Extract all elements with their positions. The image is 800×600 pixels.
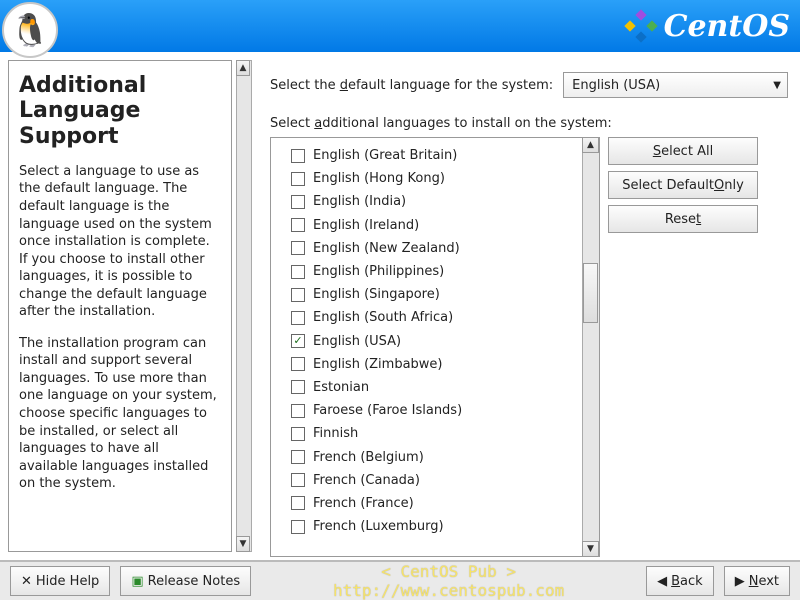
language-name: French (Belgium) <box>313 450 424 465</box>
default-language-row: Select the default language for the syst… <box>270 72 788 98</box>
language-name: English (USA) <box>313 334 401 349</box>
language-item[interactable]: English (India) <box>291 190 582 213</box>
language-name: English (New Zealand) <box>313 241 460 256</box>
hide-help-icon: ✕ <box>21 574 32 589</box>
language-list-scrollbar[interactable]: ▲ ▼ <box>582 138 599 556</box>
language-checkbox[interactable] <box>291 380 305 394</box>
language-checkbox[interactable] <box>291 241 305 255</box>
language-name: English (Zimbabwe) <box>313 357 443 372</box>
language-item[interactable]: French (Luxemburg) <box>291 515 582 538</box>
language-name: English (Ireland) <box>313 218 419 233</box>
reset-button[interactable]: Reset <box>608 205 758 233</box>
brand: CentOS <box>624 9 790 44</box>
brand-text: CentOS <box>664 9 790 44</box>
help-paragraph-1: Select a language to use as the default … <box>19 163 221 321</box>
next-button[interactable]: ▶ Next <box>724 566 790 596</box>
language-item[interactable]: English (Ireland) <box>291 214 582 237</box>
language-item[interactable]: Faroese (Faroe Islands) <box>291 399 582 422</box>
language-item[interactable]: ✓ English (USA) <box>291 330 582 353</box>
language-list-box: English (Great Britain) English (Hong Kon… <box>270 137 600 557</box>
language-checkbox[interactable] <box>291 311 305 325</box>
select-default-only-button[interactable]: Select Default Only <box>608 171 758 199</box>
language-name: Estonian <box>313 380 369 395</box>
language-name: French (Canada) <box>313 473 420 488</box>
chevron-down-icon: ▼ <box>773 80 781 91</box>
language-name: English (India) <box>313 194 406 209</box>
language-item[interactable]: French (Canada) <box>291 469 582 492</box>
language-name: Finnish <box>313 426 358 441</box>
back-button[interactable]: ◀ Back <box>646 566 714 596</box>
select-all-button[interactable]: Select All <box>608 137 758 165</box>
language-checkbox[interactable] <box>291 218 305 232</box>
language-item[interactable]: English (Singapore) <box>291 283 582 306</box>
scroll-up-icon[interactable]: ▲ <box>582 137 599 153</box>
default-language-value: English (USA) <box>572 78 660 93</box>
language-item[interactable]: English (Great Britain) <box>291 144 582 167</box>
language-checkbox[interactable]: ✓ <box>291 334 305 348</box>
language-item[interactable]: English (Zimbabwe) <box>291 353 582 376</box>
scroll-down-icon[interactable]: ▼ <box>582 541 599 557</box>
scroll-up-icon[interactable]: ▲ <box>236 60 250 76</box>
language-item[interactable]: English (New Zealand) <box>291 237 582 260</box>
language-name: English (Singapore) <box>313 287 440 302</box>
language-item[interactable]: English (South Africa) <box>291 306 582 329</box>
help-title: Additional Language Support <box>19 73 221 149</box>
language-item[interactable]: French (Belgium) <box>291 445 582 468</box>
side-buttons: Select All Select Default Only Reset <box>608 137 758 233</box>
language-name: Faroese (Faroe Islands) <box>313 403 462 418</box>
tux-logo: 🐧 <box>2 2 58 58</box>
default-language-label: Select the default language for the syst… <box>270 78 553 93</box>
language-name: English (Great Britain) <box>313 148 457 163</box>
language-checkbox[interactable] <box>291 195 305 209</box>
additional-languages-label: Select additional languages to install o… <box>270 116 788 131</box>
language-checkbox[interactable] <box>291 404 305 418</box>
language-checkbox[interactable] <box>291 520 305 534</box>
main-area: Additional Language Support Select a lan… <box>0 52 800 560</box>
language-name: English (Hong Kong) <box>313 171 445 186</box>
languages-row: English (Great Britain) English (Hong Kon… <box>270 137 788 557</box>
watermark: < CentOS Pub > http://www.centospub.com <box>261 562 636 600</box>
language-item[interactable]: Estonian <box>291 376 582 399</box>
centos-logo-icon <box>624 9 658 43</box>
language-checkbox[interactable] <box>291 473 305 487</box>
next-arrow-icon: ▶ <box>735 574 745 589</box>
language-checkbox[interactable] <box>291 288 305 302</box>
scroll-down-icon[interactable]: ▼ <box>236 536 250 552</box>
default-language-select[interactable]: English (USA) ▼ <box>563 72 788 98</box>
header-bar: 🐧 CentOS <box>0 0 800 52</box>
language-item[interactable]: English (Hong Kong) <box>291 167 582 190</box>
language-name: French (Luxemburg) <box>313 519 444 534</box>
language-name: English (Philippines) <box>313 264 444 279</box>
language-checkbox[interactable] <box>291 427 305 441</box>
hide-help-button[interactable]: ✕ Hide Help <box>10 566 110 596</box>
language-name: French (France) <box>313 496 414 511</box>
language-checkbox[interactable] <box>291 265 305 279</box>
notes-icon: ▣ <box>131 574 143 589</box>
help-panel: Additional Language Support Select a lan… <box>0 52 258 560</box>
help-scrollbar[interactable]: ▲ ▼ <box>236 60 252 552</box>
release-notes-button[interactable]: ▣ Release Notes <box>120 566 251 596</box>
back-arrow-icon: ◀ <box>657 574 667 589</box>
language-checkbox[interactable] <box>291 172 305 186</box>
language-list[interactable]: English (Great Britain) English (Hong Kon… <box>271 138 582 556</box>
scroll-thumb[interactable] <box>583 263 598 323</box>
content-area: Select the default language for the syst… <box>258 52 800 560</box>
language-item[interactable]: French (France) <box>291 492 582 515</box>
language-checkbox[interactable] <box>291 496 305 510</box>
language-item[interactable]: Finnish <box>291 422 582 445</box>
language-checkbox[interactable] <box>291 149 305 163</box>
footer-bar: ✕ Hide Help ▣ Release Notes < CentOS Pub… <box>0 560 800 600</box>
help-text: Additional Language Support Select a lan… <box>8 60 232 552</box>
help-paragraph-2: The installation program can install and… <box>19 335 221 493</box>
language-name: English (South Africa) <box>313 310 453 325</box>
language-checkbox[interactable] <box>291 450 305 464</box>
language-checkbox[interactable] <box>291 357 305 371</box>
language-item[interactable]: English (Philippines) <box>291 260 582 283</box>
